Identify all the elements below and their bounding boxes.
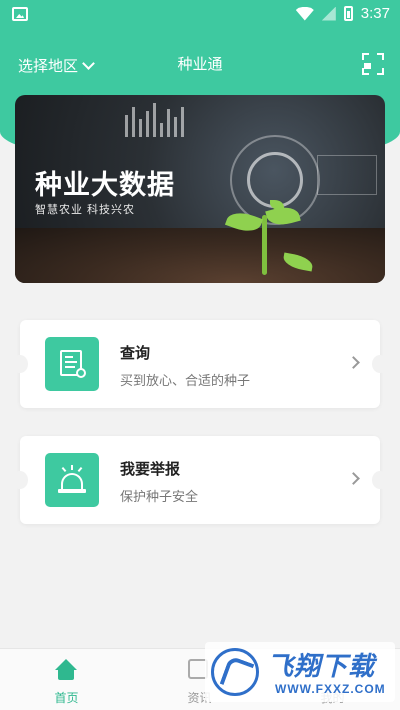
- status-bar: 3:37: [0, 0, 400, 30]
- banner-title: 种业大数据: [35, 170, 175, 200]
- card-title: 查询: [120, 345, 151, 362]
- scan-icon[interactable]: [362, 53, 384, 75]
- report-card[interactable]: 我要举报 保护种子安全: [12, 436, 388, 524]
- banner-soil: [15, 228, 385, 283]
- watermark-text: 飞翔下载: [267, 651, 376, 681]
- chevron-right-icon: [347, 356, 360, 369]
- gallery-notification-icon: [12, 7, 28, 21]
- watermark: 飞翔下载 WWW.FXXZ.COM: [205, 642, 395, 702]
- card-subtitle: 买到放心、合适的种子: [120, 373, 251, 388]
- watermark-logo-icon: [211, 648, 259, 696]
- nav-bar: 选择地区 种业通: [0, 45, 400, 85]
- chevron-right-icon: [347, 472, 360, 485]
- battery-icon: [343, 6, 353, 21]
- alarm-icon: [45, 453, 99, 507]
- card-subtitle: 保护种子安全: [120, 489, 199, 504]
- tab-label: 首页: [54, 691, 79, 705]
- document-search-icon: [45, 337, 99, 391]
- card-title: 我要举报: [120, 461, 181, 478]
- cellular-signal-icon: [321, 6, 336, 21]
- watermark-url: WWW.FXXZ.COM: [275, 682, 386, 696]
- wifi-icon: [295, 6, 314, 21]
- banner[interactable]: 种业大数据 智慧农业 科技兴农: [15, 95, 385, 283]
- page-title: 种业通: [177, 56, 223, 73]
- banner-decoration: [317, 155, 377, 195]
- seedling-image: [262, 215, 267, 275]
- status-time: 3:37: [360, 5, 390, 22]
- banner-decoration: [125, 103, 188, 137]
- tab-home[interactable]: 首页: [0, 649, 133, 710]
- query-card[interactable]: 查询 买到放心、合适的种子: [12, 320, 388, 408]
- home-icon: [55, 659, 77, 681]
- banner-subtitle: 智慧农业 科技兴农: [35, 204, 136, 216]
